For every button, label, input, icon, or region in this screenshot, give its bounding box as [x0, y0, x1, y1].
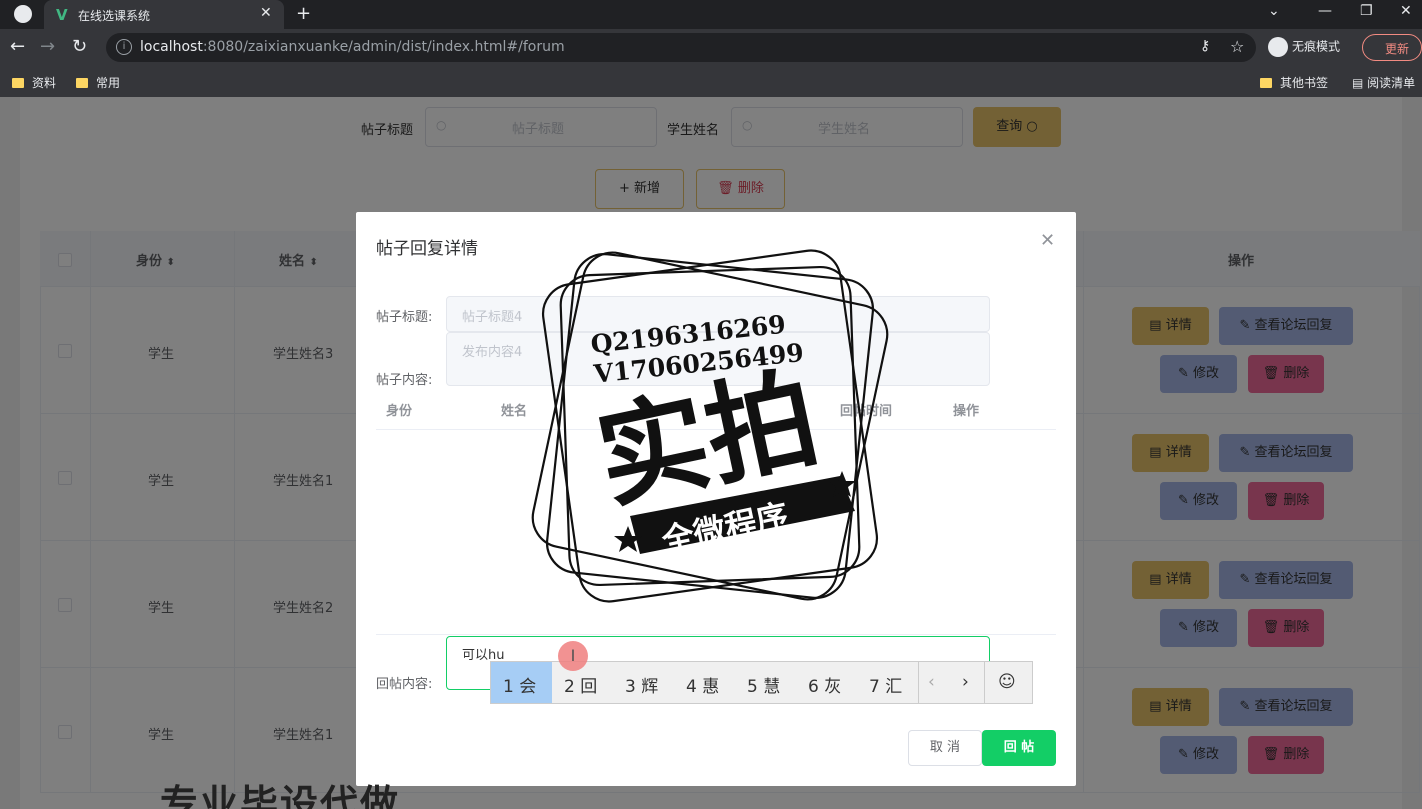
emoji-icon[interactable]: ☺ — [998, 672, 1016, 692]
browser-tab[interactable]: V 在线选课系统 ✕ — [44, 0, 284, 29]
dialog-title: 帖子回复详情 — [376, 239, 478, 259]
ime-candidate[interactable]: 2 回 — [564, 672, 597, 697]
sub-table-divider — [376, 634, 1056, 635]
close-icon[interactable]: ✕ — [1040, 230, 1055, 251]
bookmark-folder-changyong[interactable]: 常用 — [76, 74, 120, 91]
cancel-button[interactable]: 取 消 — [908, 730, 982, 766]
sub-header-identity: 身份 — [386, 404, 413, 419]
ime-divider — [918, 662, 919, 703]
url-field[interactable]: i localhost:8080/zaixianxuanke/admin/dis… — [106, 33, 1256, 62]
post-content-label: 帖子内容: — [376, 373, 433, 388]
bookmark-star-icon[interactable]: ☆ — [1230, 37, 1244, 56]
browser-menu-icon[interactable] — [14, 5, 32, 23]
tab-search-icon[interactable]: ⌄ — [1268, 3, 1280, 19]
overlay-caption: 专业毕设代做 — [160, 782, 401, 809]
mouse-cursor-icon: I — [558, 641, 588, 671]
bookmark-other[interactable]: 其他书签 — [1260, 74, 1328, 91]
update-button[interactable]: 更新 — [1362, 34, 1422, 61]
tab-close-icon[interactable]: ✕ — [260, 5, 272, 21]
chevron-right-icon[interactable]: › — [962, 672, 969, 692]
folder-icon — [1260, 78, 1272, 88]
new-tab-icon[interactable]: + — [296, 3, 311, 24]
chevron-left-icon[interactable]: ‹ — [928, 672, 935, 692]
folder-icon — [76, 78, 88, 88]
post-title-label: 帖子标题: — [376, 310, 433, 325]
submit-reply-button[interactable]: 回 帖 — [982, 730, 1056, 766]
sub-header-actions: 操作 — [953, 404, 980, 419]
reading-list[interactable]: ▤ 阅读清单 — [1352, 74, 1415, 91]
password-key-icon[interactable]: ⚷ — [1200, 38, 1210, 54]
minimize-icon[interactable]: — — [1318, 3, 1332, 19]
site-info-icon[interactable]: i — [116, 39, 132, 55]
watermark-stamp: Q2196316269 V17060256499 实拍 全微程序 — [531, 249, 889, 603]
ime-candidate[interactable]: 7 汇 — [869, 672, 902, 697]
ime-candidate[interactable]: 6 灰 — [808, 672, 841, 697]
bookmark-folder-ziliao[interactable]: 资料 — [12, 74, 56, 91]
bookmarks-bar — [0, 66, 1422, 97]
forward-icon[interactable]: → — [40, 37, 55, 57]
incognito-icon — [1268, 37, 1288, 57]
reload-icon[interactable]: ↻ — [72, 37, 87, 57]
maximize-icon[interactable]: ❐ — [1360, 3, 1373, 19]
reply-label: 回帖内容: — [376, 677, 433, 692]
reading-list-icon: ▤ — [1352, 76, 1368, 90]
ime-candidate[interactable]: 4 惠 — [686, 672, 719, 697]
ime-divider — [984, 662, 985, 703]
folder-icon — [12, 78, 24, 88]
ime-candidate[interactable]: 3 辉 — [625, 672, 658, 697]
ime-candidate[interactable]: 5 慧 — [747, 672, 780, 697]
incognito-indicator[interactable]: 无痕模式 — [1268, 37, 1340, 57]
close-window-icon[interactable]: ✕ — [1400, 3, 1412, 19]
back-icon[interactable]: ← — [10, 37, 25, 57]
vue-logo-icon: V — [56, 6, 68, 24]
ime-candidate[interactable]: 1 会 — [503, 672, 536, 697]
url-text: localhost:8080/zaixianxuanke/admin/dist/… — [140, 39, 565, 55]
tab-title: 在线选课系统 — [78, 9, 151, 23]
